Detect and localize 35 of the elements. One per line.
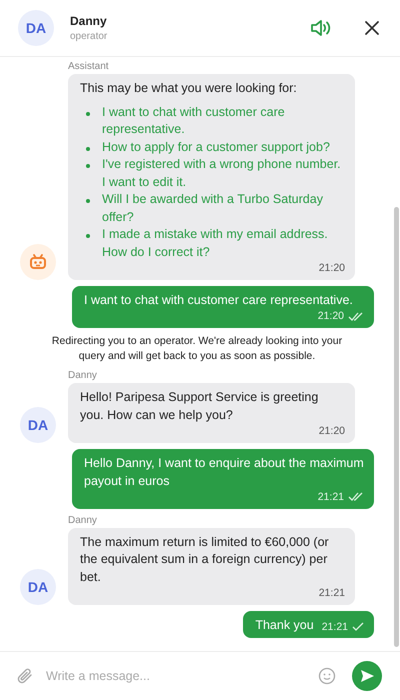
message-text: This may be what you were looking for: <box>80 80 298 97</box>
message-time: 21:21 <box>322 620 348 634</box>
suggestion-link[interactable]: Will I be awarded with a Turbo Saturday offer? <box>80 191 345 226</box>
operator-avatar: DA <box>20 568 56 605</box>
send-icon <box>359 668 375 684</box>
message-input[interactable]: Write a message... <box>44 668 308 684</box>
emoji-icon[interactable] <box>318 667 336 685</box>
sender-name: Danny <box>68 370 98 382</box>
message-text: Thank you <box>255 616 314 634</box>
suggestion-link[interactable]: I made a mistake with my email address. How do I correct it? <box>80 226 345 261</box>
operator-name: Danny <box>70 14 108 28</box>
paperclip-icon[interactable] <box>16 667 34 685</box>
message-time: 21:20 <box>318 309 344 324</box>
sender-name: Assistant <box>68 61 110 72</box>
message-time: 21:21 <box>318 490 344 505</box>
suggestion-link[interactable]: I want to chat with customer care representative. <box>80 104 345 138</box>
message-time: 21:20 <box>318 424 345 439</box>
operator-avatar: DA <box>18 10 54 46</box>
send-button[interactable] <box>352 661 382 691</box>
sender-name: Danny <box>68 514 98 526</box>
suggestion-link[interactable]: I've registered with a wrong phone number. I want to edit it. <box>80 156 345 191</box>
operator-avatar: DA <box>20 407 56 443</box>
message-text: I want to chat with customer care representative. <box>84 292 354 309</box>
message-time: 21:21 <box>318 586 345 601</box>
robot-icon <box>29 254 47 270</box>
scrollbar[interactable] <box>394 207 399 647</box>
speaker-icon <box>310 19 332 37</box>
message-text: Hello! Paripesa Support Service is greeting you. How can we help you? <box>80 389 320 424</box>
system-message: Redirecting you to an operator. We're already looking into your query and will get back to you as soon as possible. <box>50 334 344 364</box>
close-icon <box>364 20 380 36</box>
suggestion-link[interactable]: How to apply for a customer support job? <box>80 138 345 156</box>
message-time: 21:20 <box>318 261 345 276</box>
message-text: The maximum return is limited to €60,000 (or the equivalent sum in a foreign currency) per bet. <box>80 534 330 586</box>
operator-role: operator <box>70 31 108 42</box>
message-text: Hello Danny, I want to enquire about the maximum payout in euros <box>84 455 364 490</box>
